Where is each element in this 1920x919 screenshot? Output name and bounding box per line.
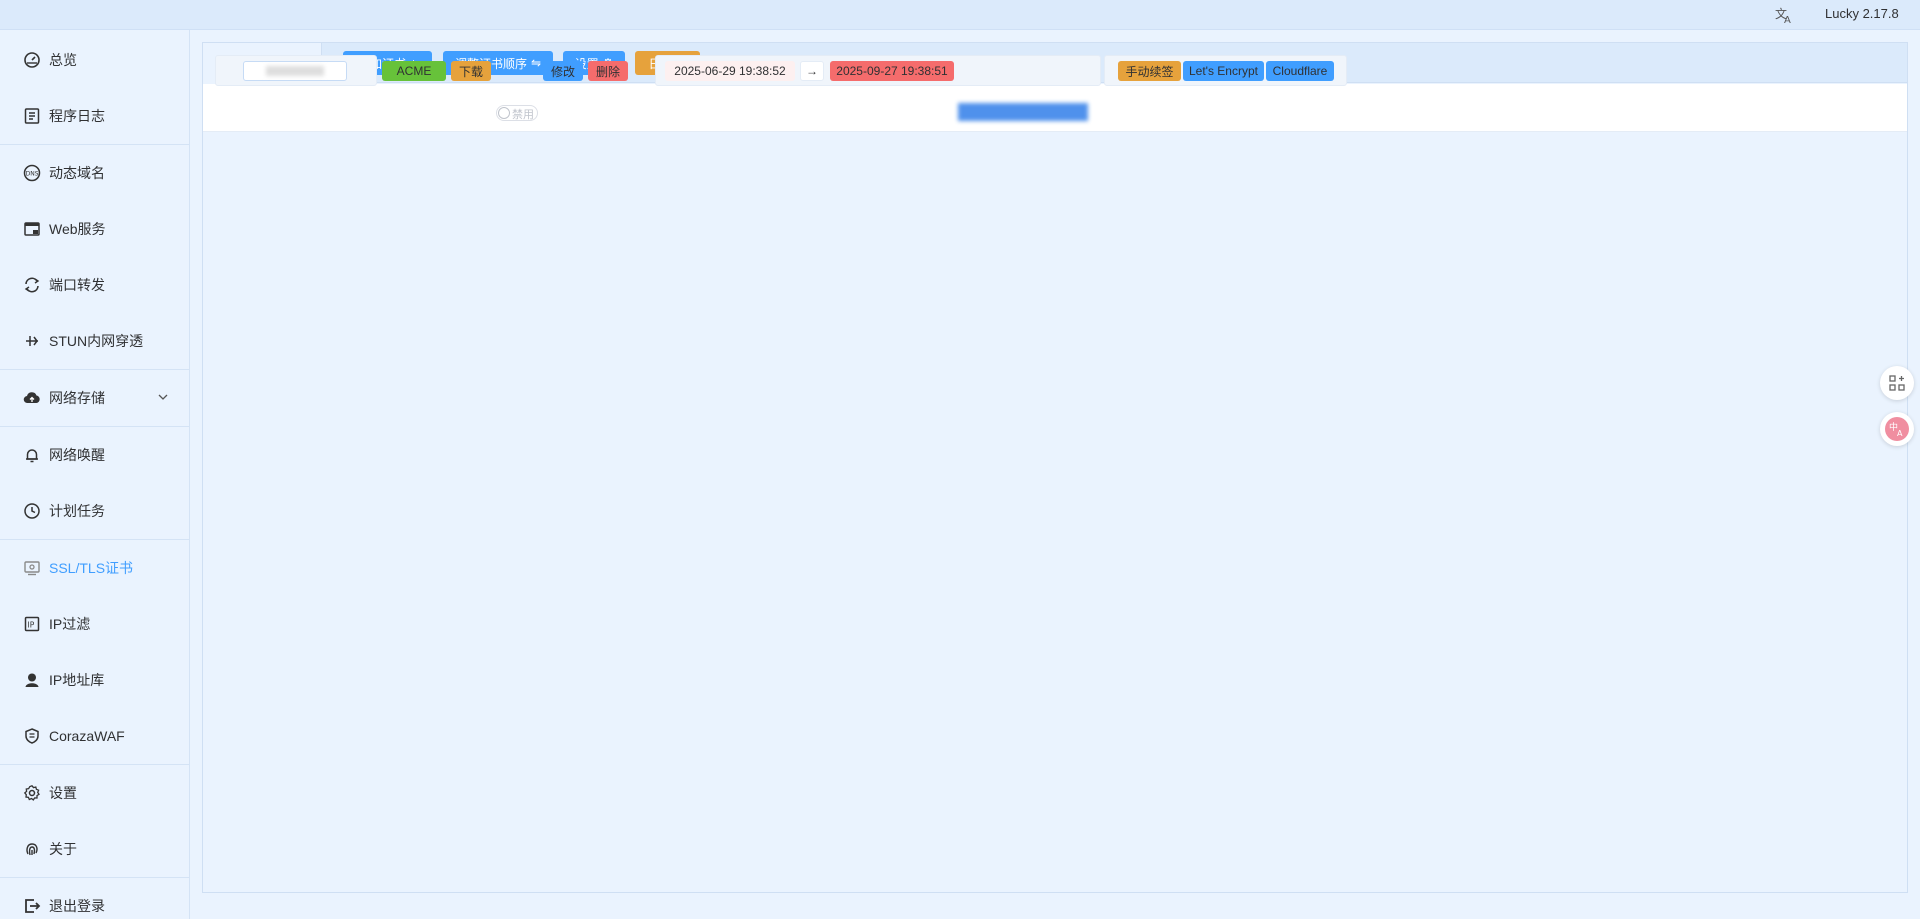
- manual-renew-button[interactable]: 手动续签: [1118, 61, 1181, 81]
- edit-button[interactable]: 修改: [543, 61, 583, 81]
- chevron-down-icon[interactable]: [157, 391, 169, 403]
- sidebar-item-label: IP地址库: [49, 672, 105, 688]
- sidebar-item-label: 总览: [49, 52, 77, 68]
- start-time: 2025-06-29 19:38:52: [665, 61, 795, 81]
- shield-icon: [23, 727, 41, 745]
- sidebar-item-label: CorazaWAF: [49, 728, 125, 744]
- sidebar-item-label: IP过滤: [49, 616, 91, 632]
- sidebar-item-logout[interactable]: 退出登录: [0, 878, 189, 919]
- translate-icon[interactable]: 文 A: [1774, 5, 1794, 26]
- ip-filter-icon: IP: [23, 615, 41, 633]
- app-grid-icon: [1889, 375, 1905, 391]
- swap-icon: ⇋: [530, 56, 542, 70]
- app-grid-button[interactable]: [1880, 366, 1914, 400]
- ip-db-icon: [23, 671, 41, 689]
- sidebar-item-label: 关于: [49, 841, 77, 857]
- redacted-name: [266, 66, 324, 76]
- logout-icon: [23, 897, 41, 915]
- sidebar-item-stun[interactable]: STUN内网穿透: [0, 313, 189, 369]
- sidebar-item-label: 端口转发: [49, 277, 105, 293]
- sidebar-item-overview[interactable]: 总览: [0, 32, 189, 88]
- switch-knob: [498, 107, 510, 119]
- fingerprint-icon: [23, 840, 41, 858]
- sidebar-item-label: Web服务: [49, 221, 106, 237]
- translate-icon: 中A: [1885, 417, 1909, 441]
- top-bar: 文 A Lucky 2.17.8: [0, 0, 1920, 30]
- sidebar-item-ip-filter[interactable]: IP IP过滤: [0, 596, 189, 652]
- sidebar-item-label: 退出登录: [49, 898, 105, 914]
- provider-tag: Let's Encrypt: [1183, 61, 1264, 81]
- sidebar: 总览 程序日志 DNS 动态域名 Web服务 端口转发 STUN内网穿透 网络存…: [0, 30, 190, 919]
- redacted-domain: [958, 103, 1088, 121]
- delete-button[interactable]: 删除: [588, 61, 628, 81]
- end-time: 2025-09-27 19:38:51: [830, 61, 954, 81]
- download-button[interactable]: 下载: [451, 61, 491, 81]
- sidebar-item-web[interactable]: Web服务: [0, 201, 189, 257]
- sidebar-item-coraza-waf[interactable]: CorazaWAF: [0, 708, 189, 764]
- svg-text:A: A: [1897, 429, 1903, 438]
- sidebar-item-ip-database[interactable]: IP地址库: [0, 652, 189, 708]
- version-label: Lucky 2.17.8: [1825, 6, 1899, 21]
- sidebar-item-ssl-tls[interactable]: SSL/TLS证书: [0, 540, 189, 596]
- certificate-icon: [23, 559, 41, 577]
- sidebar-item-label: 网络存储: [49, 390, 105, 406]
- svg-text:DNS: DNS: [26, 171, 39, 178]
- translate-float-button[interactable]: 中A: [1880, 412, 1914, 446]
- sidebar-item-label: SSL/TLS证书: [49, 560, 134, 576]
- acme-tag: ACME: [382, 61, 446, 81]
- sidebar-item-about[interactable]: 关于: [0, 821, 189, 877]
- sidebar-item-settings[interactable]: 设置: [0, 765, 189, 821]
- sidebar-item-label: 计划任务: [49, 503, 105, 519]
- stun-icon: [23, 332, 41, 350]
- svg-text:A: A: [1784, 15, 1791, 25]
- sidebar-item-label: 程序日志: [49, 108, 105, 124]
- sidebar-item-port-forward[interactable]: 端口转发: [0, 257, 189, 313]
- cloud-upload-icon: [23, 389, 41, 407]
- main-panel: SSL/TLS证书 添加证书 + 调整证书顺序 ⇋ 设置 ⚙ 日志 🗎: [202, 42, 1908, 893]
- gear-icon: [23, 784, 41, 802]
- sidebar-item-label: 动态域名: [49, 165, 105, 181]
- dns-provider-tag: Cloudflare: [1266, 61, 1334, 81]
- log-icon: [23, 107, 41, 125]
- sidebar-item-scheduled-tasks[interactable]: 计划任务: [0, 483, 189, 539]
- arrow-icon: →: [800, 61, 824, 81]
- switch-label: 禁用: [512, 109, 534, 121]
- sidebar-item-logs[interactable]: 程序日志: [0, 88, 189, 144]
- enable-switch[interactable]: 禁用: [496, 105, 538, 121]
- svg-text:IP: IP: [28, 621, 35, 630]
- sidebar-item-label: 网络唤醒: [49, 447, 105, 463]
- clock-icon: [23, 502, 41, 520]
- dns-icon: DNS: [23, 164, 41, 182]
- sidebar-item-ddns[interactable]: DNS 动态域名: [0, 145, 189, 201]
- sidebar-item-label: 设置: [49, 785, 77, 801]
- forward-icon: [23, 276, 41, 294]
- web-icon: [23, 220, 41, 238]
- sidebar-item-label: STUN内网穿透: [49, 333, 144, 349]
- sidebar-item-wol[interactable]: 网络唤醒: [0, 427, 189, 483]
- sidebar-item-storage[interactable]: 网络存储: [0, 370, 189, 426]
- bell-icon: [23, 446, 41, 464]
- dashboard-icon: [23, 51, 41, 69]
